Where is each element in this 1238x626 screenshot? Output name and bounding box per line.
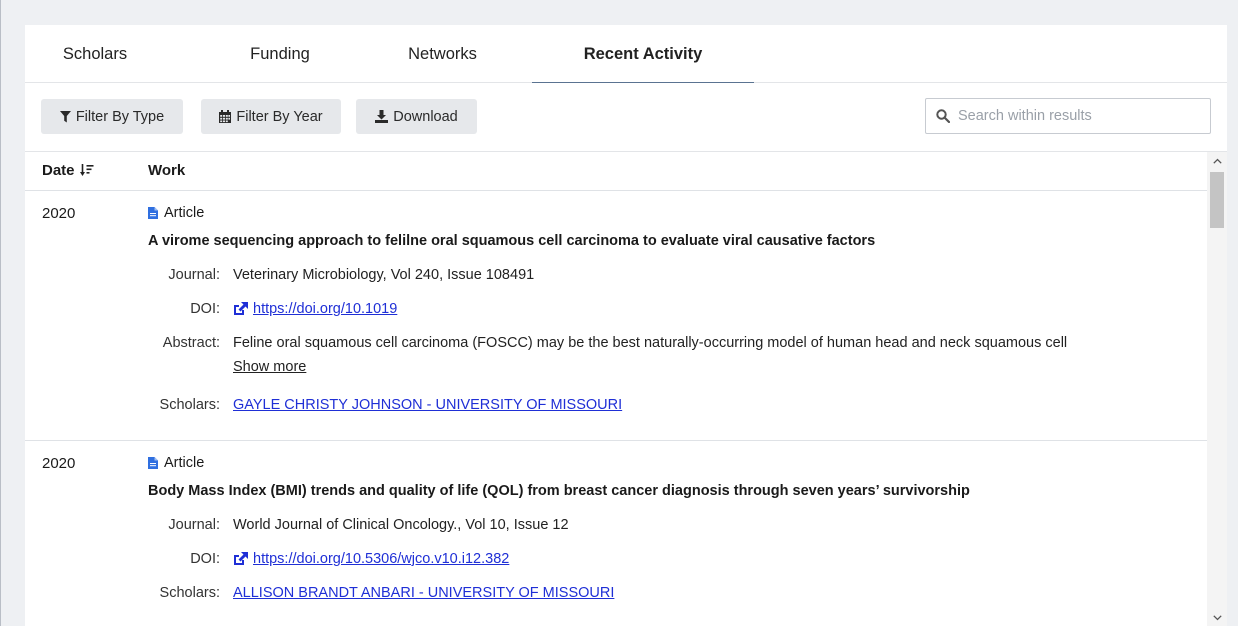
table-header: Date Work — [25, 152, 1207, 191]
work-type-label: Article — [164, 455, 205, 471]
filter-by-year-label: Filter By Year — [236, 108, 323, 125]
scholar-link[interactable]: ALLISON BRANDT ANBARI - UNIVERSITY OF MI… — [233, 585, 614, 601]
download-icon — [375, 110, 389, 123]
recent-activity-panel: Scholars Funding Networks Recent Activit… — [25, 25, 1227, 626]
scholars-value: ALLISON BRANDT ANBARI - UNIVERSITY OF MI… — [233, 585, 614, 601]
doi-value: https://doi.org/10.5306/wjco.v10.i12.382 — [233, 551, 509, 567]
download-label: Download — [393, 108, 458, 125]
file-icon — [148, 457, 158, 469]
work-title: Body Mass Index (BMI) trends and quality… — [148, 483, 970, 499]
file-icon — [148, 207, 158, 219]
scholar-link[interactable]: GAYLE CHRISTY JOHNSON - UNIVERSITY OF MI… — [233, 397, 622, 413]
abstract-text: Feline oral squamous cell carcinoma (FOS… — [233, 335, 1068, 351]
filter-by-type-button[interactable]: Filter By Type — [41, 99, 183, 134]
scroll-down-button[interactable] — [1207, 609, 1227, 626]
scroll-up-button[interactable] — [1207, 152, 1227, 170]
doi-value: https://doi.org/10.1019 — [233, 301, 397, 317]
search-input[interactable] — [958, 108, 1198, 124]
search-icon — [936, 109, 950, 123]
scrollbar-thumb[interactable] — [1210, 172, 1224, 228]
tab-scholars[interactable]: Scholars — [25, 25, 165, 82]
tab-recent-activity[interactable]: Recent Activity — [532, 25, 754, 83]
tab-bar: Scholars Funding Networks Recent Activit… — [25, 25, 1227, 83]
row-year: 2020 — [42, 455, 76, 472]
filter-by-type-label: Filter By Type — [75, 108, 165, 125]
journal-label: Journal: — [168, 517, 220, 533]
show-more-link-wrap: Show more — [233, 359, 306, 375]
row-year: 2020 — [42, 205, 76, 222]
date-header-label: Date — [42, 162, 75, 179]
show-more-link[interactable]: Show more — [233, 359, 306, 375]
work-title: A virome sequencing approach to felilne … — [148, 233, 876, 249]
doi-label: DOI: — [190, 301, 220, 317]
abstract-label: Abstract: — [162, 335, 220, 351]
external-link-icon — [234, 552, 248, 565]
calendar-icon — [219, 110, 232, 123]
chevron-up-icon — [1212, 158, 1222, 164]
work-column-header: Work — [148, 162, 186, 179]
journal-value: World Journal of Clinical Oncology., Vol… — [233, 517, 569, 533]
journal-label: Journal: — [168, 267, 220, 283]
scholars-label: Scholars: — [159, 585, 220, 601]
work-type: Article — [148, 455, 204, 471]
tab-funding[interactable]: Funding — [200, 25, 360, 82]
download-button[interactable]: Download — [356, 99, 477, 134]
table-row: 2020 Article Body Mass Index (BMI) trend… — [25, 441, 1207, 626]
doi-link[interactable]: https://doi.org/10.5306/wjco.v10.i12.382 — [253, 551, 509, 567]
doi-link[interactable]: https://doi.org/10.1019 — [253, 301, 397, 317]
chevron-down-icon — [1212, 615, 1222, 621]
table-row: 2020 Article A virome sequencing approac… — [25, 191, 1207, 441]
search-box — [925, 98, 1211, 134]
sort-desc-icon — [79, 164, 94, 176]
journal-value: Veterinary Microbiology, Vol 240, Issue … — [233, 267, 535, 283]
results-table: Date Work 2020 Article A virome sequenci… — [25, 151, 1227, 626]
filter-by-year-button[interactable]: Filter By Year — [201, 99, 341, 134]
window-left-border — [0, 0, 1, 626]
external-link-icon — [234, 302, 248, 315]
filter-icon — [59, 110, 71, 122]
scholars-value: GAYLE CHRISTY JOHNSON - UNIVERSITY OF MI… — [233, 397, 622, 413]
doi-label: DOI: — [190, 551, 220, 567]
vertical-scrollbar[interactable] — [1207, 152, 1227, 626]
date-column-header[interactable]: Date — [42, 162, 94, 179]
tab-networks[interactable]: Networks — [365, 25, 520, 82]
work-type: Article — [148, 205, 204, 221]
work-type-label: Article — [164, 205, 205, 221]
scholars-label: Scholars: — [159, 397, 220, 413]
